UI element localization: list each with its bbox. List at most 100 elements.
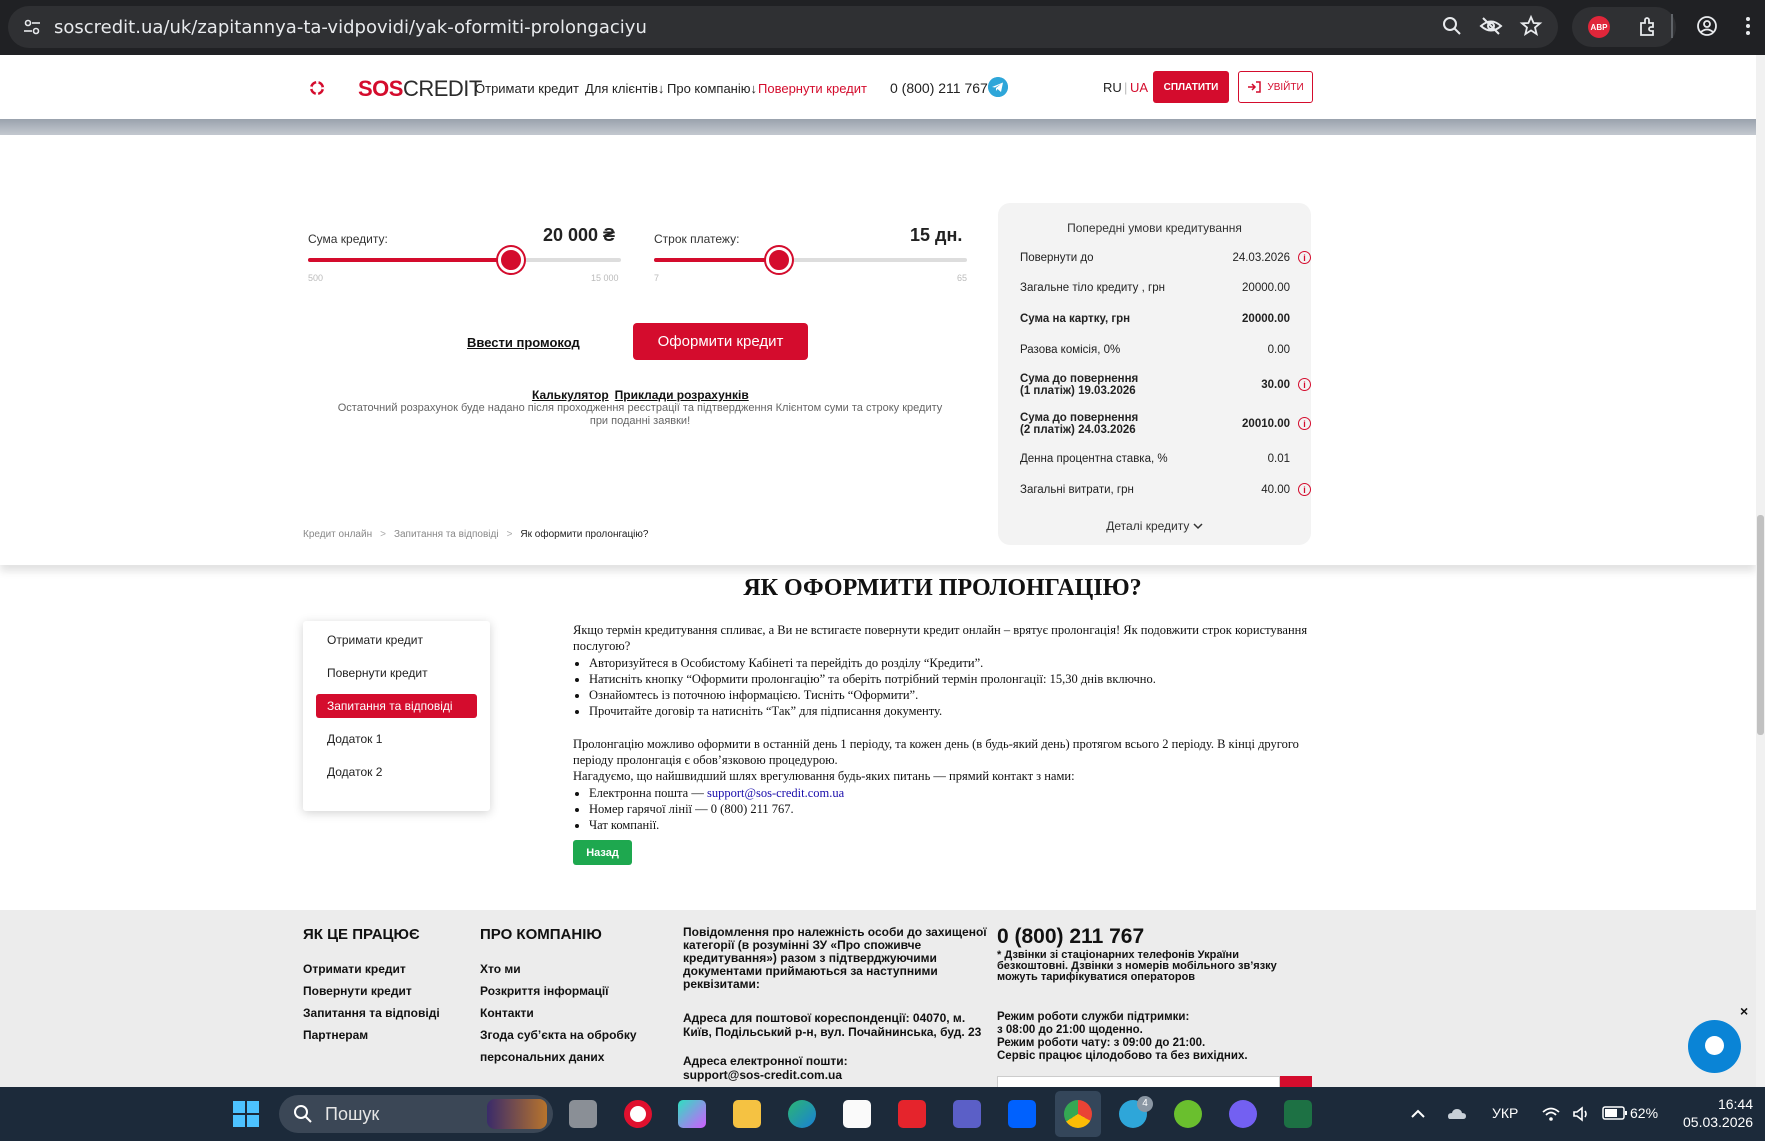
breadcrumb-home[interactable]: Кредит онлайн <box>303 529 372 540</box>
pay-button[interactable]: СПЛАТИТИ <box>1153 71 1229 103</box>
footer-link[interactable]: Контакти <box>480 1006 534 1020</box>
footer-address: Адреса для поштової кореспонденції: 0407… <box>683 1011 982 1039</box>
nav-repay-credit[interactable]: Повернути кредит <box>758 81 867 96</box>
address-bar[interactable]: soscredit.ua/uk/zapitannya-ta-vidpovidi/… <box>8 6 1558 48</box>
details-label: Деталі кредиту <box>1106 519 1190 533</box>
tray-chevron-up-icon[interactable] <box>1409 1105 1427 1123</box>
credit-details-toggle[interactable]: Деталі кредиту <box>998 519 1311 533</box>
puzzle-icon[interactable] <box>1636 15 1660 39</box>
promo-code-link[interactable]: Ввести промокод <box>467 335 580 350</box>
volume-icon[interactable] <box>1571 1104 1591 1124</box>
footer-input[interactable] <box>997 1076 1280 1087</box>
step-item: Натисніть кнопку “Оформити пролонгацію” … <box>589 671 1313 687</box>
logo-lifebuoy-icon[interactable] <box>310 65 356 111</box>
side-item-appendix-2[interactable]: Додаток 2 <box>316 760 477 784</box>
copilot-icon[interactable] <box>678 1100 706 1128</box>
side-item-faq[interactable]: Запитання та відповіді <box>316 694 477 718</box>
l-app-icon[interactable] <box>898 1100 926 1128</box>
wifi-icon[interactable] <box>1541 1104 1561 1124</box>
header-phone[interactable]: 0 (800) 211 767 <box>890 80 988 96</box>
back-button[interactable]: Назад <box>573 840 632 865</box>
footer-link[interactable]: Повернути кредит <box>303 984 412 998</box>
menu-icon[interactable] <box>1736 14 1760 38</box>
info-icon[interactable]: i <box>1298 417 1311 430</box>
tray-language[interactable]: УКР <box>1492 1105 1518 1121</box>
url-text[interactable]: soscredit.ua/uk/zapitannya-ta-vidpovidi/… <box>54 17 647 38</box>
chat-widget-button[interactable] <box>1688 1020 1741 1073</box>
chat-close-button[interactable]: × <box>1740 1003 1748 1019</box>
footer-link[interactable]: Отримати кредит <box>303 962 406 976</box>
file-explorer-icon[interactable] <box>733 1100 761 1128</box>
taskbar-search-label: Пошук <box>325 1104 380 1124</box>
footer-link[interactable]: Згода суб’єкта на обробку <box>480 1028 637 1042</box>
telegram-icon[interactable] <box>988 77 1008 97</box>
dropbox-icon[interactable] <box>1008 1100 1036 1128</box>
opera-icon[interactable] <box>624 1100 652 1128</box>
examples-link[interactable]: Приклади розрахунків <box>615 388 749 402</box>
side-item-appendix-1[interactable]: Додаток 1 <box>316 727 477 751</box>
step-item: Ознайомтесь із поточною інформацією. Тис… <box>589 687 1313 703</box>
eye-off-icon[interactable] <box>1479 14 1503 38</box>
chrome-icon[interactable] <box>1064 1100 1092 1128</box>
page-scrollbar[interactable] <box>1756 55 1765 1087</box>
footer-link[interactable]: персональних даних <box>480 1050 604 1064</box>
tray-clock[interactable]: 16:44 05.03.2026 <box>1683 1095 1753 1131</box>
battery-icon[interactable] <box>1602 1106 1628 1120</box>
amount-slider-handle[interactable] <box>498 247 525 273</box>
article-intro: Якщо термін кредитування спливає, а Ви н… <box>573 623 1308 654</box>
contact-email-link[interactable]: support@sos-credit.com.ua <box>707 786 844 800</box>
calc-links: Калькулятор Приклади розрахунків <box>532 388 755 402</box>
condition-value: 40.00 <box>1261 484 1290 496</box>
amount-value: 20 000 ₴ <box>543 225 616 245</box>
info-icon[interactable]: i <box>1298 483 1311 496</box>
footer-link[interactable]: Партнерам <box>303 1028 368 1042</box>
back-button-label: Назад <box>586 846 619 859</box>
windows-start-icon[interactable] <box>232 1100 260 1128</box>
condition-label: Сума на картку, грн <box>1020 313 1131 325</box>
profile-icon[interactable] <box>1695 14 1719 38</box>
side-item-get-credit[interactable]: Отримати кредит <box>316 628 477 652</box>
footer-link[interactable]: Запитання та відповіді <box>303 1006 440 1020</box>
footer-link[interactable]: Розкриття інформації <box>480 984 609 998</box>
extensions-group: ABP <box>1572 7 1676 47</box>
condition-label: Разова комісія, 0% <box>1020 344 1121 356</box>
breadcrumb-faq[interactable]: Запитання та відповіді <box>394 529 499 540</box>
viber-icon[interactable] <box>1229 1100 1257 1128</box>
footer-notice: Повідомлення про належність особи до зах… <box>683 925 987 991</box>
onedrive-icon[interactable] <box>1446 1103 1468 1125</box>
login-button[interactable]: УВІЙТИ <box>1238 71 1313 103</box>
calculator-link[interactable]: Калькулятор <box>532 388 609 402</box>
term-slider-handle[interactable] <box>766 247 793 273</box>
article-para2: Пролонгацію можливо оформити в останній … <box>573 736 1299 768</box>
logo-text[interactable]: SOSCREDIT <box>358 76 482 102</box>
scrollbar-thumb[interactable] <box>1757 515 1764 735</box>
ms-store-icon[interactable] <box>843 1100 871 1128</box>
info-icon[interactable]: i <box>1298 378 1311 391</box>
lang-ua[interactable]: UA <box>1130 80 1148 95</box>
battery-percent: 62% <box>1630 1105 1659 1121</box>
footer-phone[interactable]: 0 (800) 211 767 <box>997 925 1144 949</box>
lang-ru[interactable]: RU <box>1103 80 1122 95</box>
condition-value: 20000.00 <box>1242 313 1290 325</box>
term-fill <box>654 258 780 262</box>
star-icon[interactable] <box>1519 14 1543 38</box>
order-credit-label: Оформити кредит <box>657 333 784 350</box>
edge-icon[interactable] <box>788 1100 816 1128</box>
task-view-icon[interactable] <box>569 1100 597 1128</box>
toolbar-divider <box>1671 14 1673 38</box>
footer-submit-button[interactable] <box>1280 1076 1312 1087</box>
order-credit-button[interactable]: Оформити кредит <box>633 323 808 360</box>
teams-icon[interactable] <box>953 1100 981 1128</box>
nav-get-credit[interactable]: Отримати кредит <box>475 81 579 96</box>
adblock-icon[interactable]: ABP <box>1588 16 1610 38</box>
footer-link[interactable]: Хто ми <box>480 962 521 976</box>
site-info-icon[interactable] <box>22 17 42 37</box>
taskbar-search[interactable]: Пошук <box>279 1095 553 1133</box>
nav-about[interactable]: Про компанію↓ <box>667 81 757 96</box>
excel-icon[interactable] <box>1284 1100 1312 1128</box>
info-icon[interactable]: i <box>1298 251 1311 264</box>
utorrent-icon[interactable] <box>1174 1100 1202 1128</box>
zoom-icon[interactable] <box>1440 14 1464 38</box>
side-item-repay-credit[interactable]: Повернути кредит <box>316 661 477 685</box>
nav-for-clients[interactable]: Для клієнтів↓ <box>585 81 664 96</box>
